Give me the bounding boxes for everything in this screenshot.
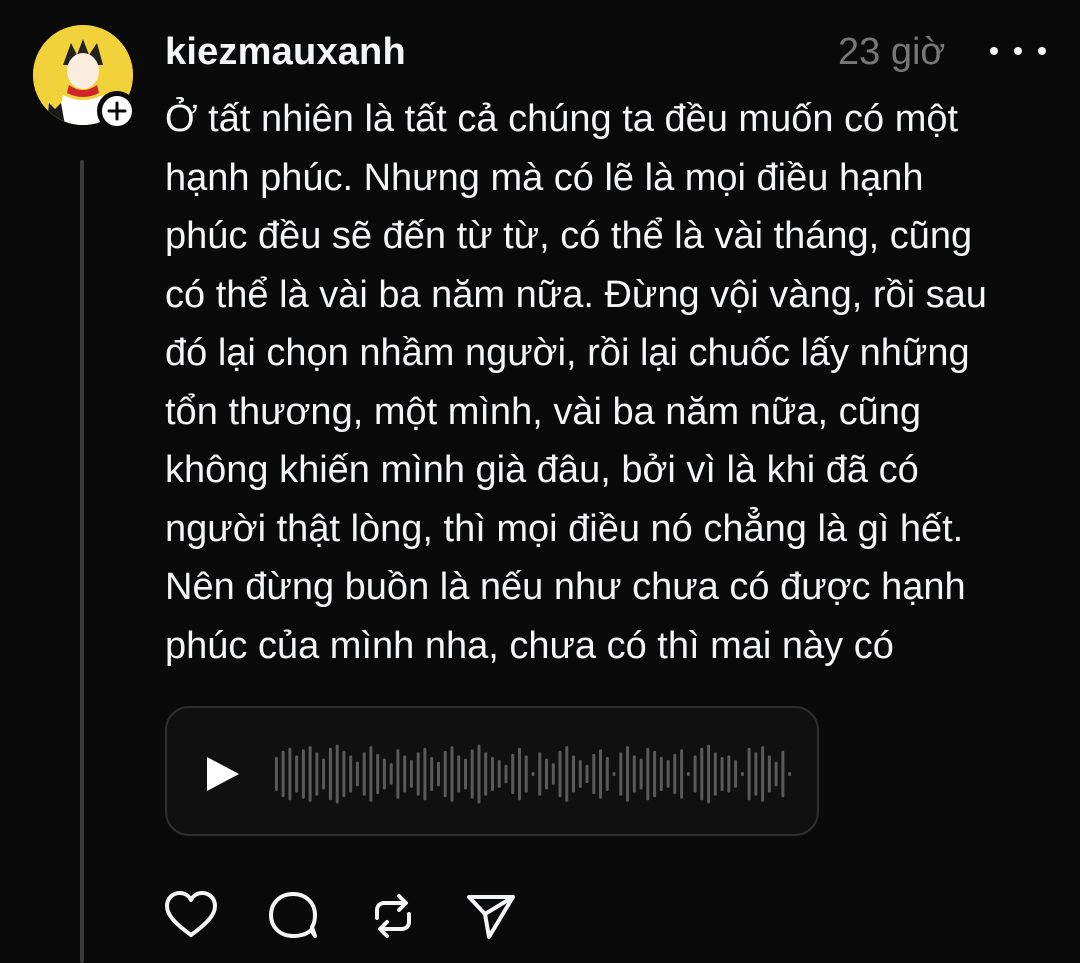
- waveform-bar: [599, 749, 602, 799]
- waveform-bar: [734, 760, 738, 788]
- waveform-bar: [477, 744, 481, 804]
- waveform-bar: [545, 758, 548, 790]
- waveform-bar: [680, 749, 684, 799]
- waveform-bar: [376, 753, 380, 795]
- waveform-bar: [355, 761, 359, 787]
- waveform-bar: [403, 755, 407, 793]
- waveform-bar: [308, 746, 312, 802]
- audio-waveform[interactable]: [273, 738, 793, 810]
- waveform-bar: [653, 750, 657, 798]
- waveform-bar: [632, 755, 636, 793]
- waveform-bar: [274, 756, 278, 791]
- waveform-bar: [774, 761, 778, 787]
- send-icon[interactable]: [463, 888, 519, 944]
- waveform-bar: [538, 752, 542, 796]
- waveform-bar: [396, 749, 400, 799]
- waveform-bar: [612, 772, 616, 776]
- waveform-bar: [666, 760, 670, 788]
- waveform-bar: [693, 755, 697, 793]
- waveform-bar: [558, 750, 562, 798]
- waveform-bar: [761, 746, 765, 802]
- waveform-bar: [382, 758, 386, 790]
- waveform-bar: [470, 749, 474, 799]
- waveform-bar: [362, 752, 366, 796]
- username[interactable]: kiezmauxanh: [165, 28, 406, 76]
- waveform-bar: [518, 747, 521, 801]
- waveform-bar: [369, 746, 373, 802]
- waveform-bar: [288, 747, 292, 801]
- waveform-bar: [423, 747, 427, 801]
- voice-note[interactable]: [165, 706, 819, 836]
- waveform-bar: [639, 758, 643, 790]
- waveform-bar: [572, 755, 575, 793]
- waveform-bar: [788, 772, 792, 776]
- waveform-bar: [504, 764, 508, 784]
- waveform-bar: [673, 753, 677, 795]
- waveform-bar: [389, 763, 393, 785]
- waveform-bar: [585, 764, 589, 784]
- waveform-bar: [700, 747, 704, 801]
- plus-icon: [107, 101, 127, 121]
- waveform-bar: [328, 747, 332, 801]
- waveform-bar: [301, 749, 305, 799]
- waveform-bar: [409, 760, 413, 788]
- more-icon: [990, 47, 998, 55]
- waveform-bar: [457, 755, 461, 793]
- waveform-bar: [720, 756, 724, 791]
- waveform-bar: [605, 756, 609, 791]
- waveform-bar: [437, 761, 440, 787]
- waveform-bar: [491, 756, 494, 791]
- waveform-bar: [646, 747, 650, 801]
- waveform-bar: [416, 752, 420, 796]
- waveform-bar: [443, 750, 447, 798]
- waveform-bar: [767, 755, 771, 793]
- waveform-bar: [626, 746, 629, 802]
- waveform-bar: [511, 753, 515, 795]
- waveform-bar: [315, 752, 319, 796]
- waveform-bar: [754, 752, 758, 796]
- waveform-bar: [592, 753, 596, 795]
- waveform-bar: [497, 760, 501, 788]
- action-bar: [163, 888, 523, 944]
- waveform-bar: [484, 752, 488, 796]
- waveform-bar: [335, 744, 339, 804]
- waveform-bar: [740, 772, 744, 776]
- repost-icon[interactable]: [365, 888, 421, 944]
- waveform-bar: [781, 750, 785, 798]
- waveform-bar: [322, 758, 326, 790]
- waveform-bar: [713, 752, 717, 796]
- thread-line: [80, 160, 84, 963]
- avatar-container[interactable]: [33, 25, 137, 131]
- more-options-button[interactable]: [990, 36, 1046, 66]
- waveform-bar: [524, 755, 528, 793]
- follow-button[interactable]: [97, 91, 137, 131]
- waveform-bar: [295, 755, 299, 793]
- waveform-bar: [619, 752, 623, 796]
- waveform-bar: [281, 750, 285, 798]
- thread-post: kiezmauxanh 23 giờ Ở tất nhiên là tất cả…: [0, 0, 1080, 963]
- waveform-bar: [686, 772, 690, 776]
- waveform-bar: [531, 772, 535, 776]
- waveform-bar: [450, 746, 454, 802]
- waveform-bar: [707, 744, 711, 804]
- waveform-bar: [578, 760, 582, 788]
- post-text: Ở tất nhiên là tất cả chúng ta đều muốn …: [165, 98, 987, 667]
- waveform-bar: [349, 755, 353, 793]
- waveform-bar: [464, 758, 467, 790]
- waveform-bar: [727, 755, 731, 793]
- waveform-bar: [565, 746, 569, 802]
- heart-icon[interactable]: [163, 888, 219, 944]
- waveform-bar: [747, 747, 751, 801]
- play-icon[interactable]: [203, 754, 243, 794]
- waveform-bar: [659, 756, 663, 791]
- comment-icon[interactable]: [265, 888, 321, 944]
- waveform-bar: [430, 756, 434, 791]
- waveform-bar: [551, 763, 555, 785]
- post-timestamp: 23 giờ: [838, 31, 946, 73]
- waveform-bar: [342, 750, 346, 798]
